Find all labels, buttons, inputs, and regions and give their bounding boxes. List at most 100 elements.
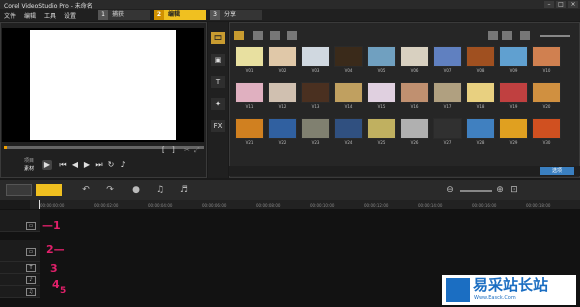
menu-file[interactable]: 文件	[4, 11, 16, 20]
mark-out-button[interactable]: ]	[172, 146, 175, 154]
preview-window[interactable]	[30, 30, 176, 140]
zoom-in-icon[interactable]: ⊕	[494, 184, 506, 196]
watermark-logo	[446, 278, 470, 302]
library-thumbnail[interactable]	[268, 118, 297, 139]
library-thumbnail[interactable]	[499, 118, 528, 139]
voice-track-icon[interactable]: ♪	[26, 276, 36, 284]
library-thumbnail[interactable]	[532, 82, 561, 103]
filter-tool-icon[interactable]: FX	[211, 120, 225, 132]
library-thumbnail[interactable]	[334, 82, 363, 103]
list-view-icon[interactable]	[488, 31, 498, 40]
library-thumbnail[interactable]	[367, 82, 396, 103]
volume-icon[interactable]: ♪	[118, 160, 128, 170]
annotation-label: 2	[46, 243, 54, 256]
title-track-icon[interactable]: T	[26, 264, 36, 272]
transition-tool-icon[interactable]: ▣	[211, 54, 225, 66]
video-track-icon[interactable]: ▭	[26, 222, 36, 230]
thumbnail-label: V04	[344, 68, 353, 73]
repeat-icon[interactable]: ↻	[106, 160, 116, 170]
next-frame-icon[interactable]: ▶	[82, 160, 92, 170]
library-thumbnail[interactable]	[301, 82, 330, 103]
sort-icon[interactable]	[520, 31, 530, 40]
thumbnail-label: V29	[509, 140, 518, 145]
annotation-4: 4	[52, 278, 60, 291]
library-thumbnail[interactable]	[268, 82, 297, 103]
audio-filter-icon[interactable]	[287, 31, 297, 40]
maximize-button[interactable]: □	[556, 1, 566, 8]
scrub-handle[interactable]	[4, 146, 7, 149]
library-thumbnail[interactable]	[433, 118, 462, 139]
undo-icon[interactable]: ↶	[80, 184, 92, 196]
watermark-text: 易采站长站	[473, 276, 549, 294]
zoom-slider[interactable]	[460, 190, 492, 192]
minimize-button[interactable]: –	[544, 1, 554, 8]
thumbnail-label: V11	[245, 104, 254, 109]
timeline-view-button[interactable]	[36, 184, 62, 196]
menu-bar	[0, 9, 580, 21]
library-thumbnail[interactable]	[433, 82, 462, 103]
mixer-icon[interactable]: ♫	[154, 184, 166, 196]
overlay-track-icon[interactable]: ▭	[26, 248, 36, 256]
play-icon[interactable]: ▶	[42, 160, 52, 170]
thumb-size-slider[interactable]	[540, 35, 570, 37]
photo-filter-icon[interactable]	[270, 31, 280, 40]
video-filter-icon[interactable]	[253, 31, 263, 40]
zoom-out-icon[interactable]: ⊖	[444, 184, 456, 196]
media-tool-icon[interactable]: 🎞	[211, 32, 225, 44]
redo-icon[interactable]: ↷	[104, 184, 116, 196]
menu-settings[interactable]: 设置	[64, 11, 76, 20]
thumbnail-label: V22	[278, 140, 287, 145]
library-thumbnail[interactable]	[235, 46, 264, 67]
library-thumbnail[interactable]	[235, 82, 264, 103]
auto-music-icon[interactable]: ♬	[178, 184, 190, 196]
clip-mode-label[interactable]: 素材	[24, 165, 34, 172]
library-thumbnail[interactable]	[466, 82, 495, 103]
library-thumbnail[interactable]	[400, 118, 429, 139]
thumb-view-icon[interactable]	[502, 31, 512, 40]
library-thumbnail[interactable]	[367, 46, 396, 67]
end-icon[interactable]: ⏭	[94, 160, 104, 170]
library-thumbnail[interactable]	[400, 82, 429, 103]
mark-in-button[interactable]: [	[162, 146, 165, 154]
project-mode-label[interactable]: 项目	[24, 157, 34, 164]
library-thumbnail[interactable]	[499, 46, 528, 67]
record-icon[interactable]: ●	[130, 184, 142, 196]
library-thumbnail[interactable]	[268, 46, 297, 67]
options-button[interactable]: 选项	[540, 167, 574, 175]
library-thumbnail[interactable]	[400, 46, 429, 67]
step-share[interactable]: 3 分享	[210, 10, 262, 20]
library-thumbnail[interactable]	[532, 118, 561, 139]
library-thumbnail[interactable]	[433, 46, 462, 67]
thumbnail-label: V01	[245, 68, 254, 73]
step-edit[interactable]: 2 编辑	[154, 10, 206, 20]
library-thumbnail[interactable]	[334, 118, 363, 139]
library-thumbnail[interactable]	[499, 82, 528, 103]
menu-edit[interactable]: 编辑	[24, 11, 36, 20]
annotation-label: 4	[52, 278, 60, 291]
library-thumbnail[interactable]	[466, 46, 495, 67]
library-thumbnail[interactable]	[466, 118, 495, 139]
library-thumbnail[interactable]	[367, 118, 396, 139]
library-thumbnail[interactable]	[334, 46, 363, 67]
graphic-tool-icon[interactable]: ✦	[211, 98, 225, 110]
step-label: 分享	[224, 11, 237, 18]
home-icon[interactable]: ⏮	[58, 160, 68, 170]
annotation-5: 5	[60, 286, 66, 296]
prev-frame-icon[interactable]: ◀	[70, 160, 80, 170]
folder-icon[interactable]	[234, 31, 244, 40]
library-thumbnail[interactable]	[532, 46, 561, 67]
library-thumbnail[interactable]	[235, 118, 264, 139]
enlarge-icon[interactable]: ⤢	[194, 146, 200, 155]
storyboard-view-button[interactable]	[6, 184, 32, 196]
library-thumbnail[interactable]	[301, 118, 330, 139]
step-capture[interactable]: 1 捕获	[98, 10, 150, 20]
thumbnail-label: V28	[476, 140, 485, 145]
library-thumbnail[interactable]	[301, 46, 330, 67]
menu-tools[interactable]: 工具	[44, 11, 56, 20]
fit-project-icon[interactable]: ⊡	[508, 184, 520, 196]
close-button[interactable]: ×	[568, 1, 578, 8]
title-tool-icon[interactable]: T	[211, 76, 225, 88]
cut-icon[interactable]: ✂	[184, 146, 190, 154]
music-track-icon[interactable]: ♫	[26, 288, 36, 296]
ruler-tick-label: 00:00:08:00	[256, 203, 281, 208]
